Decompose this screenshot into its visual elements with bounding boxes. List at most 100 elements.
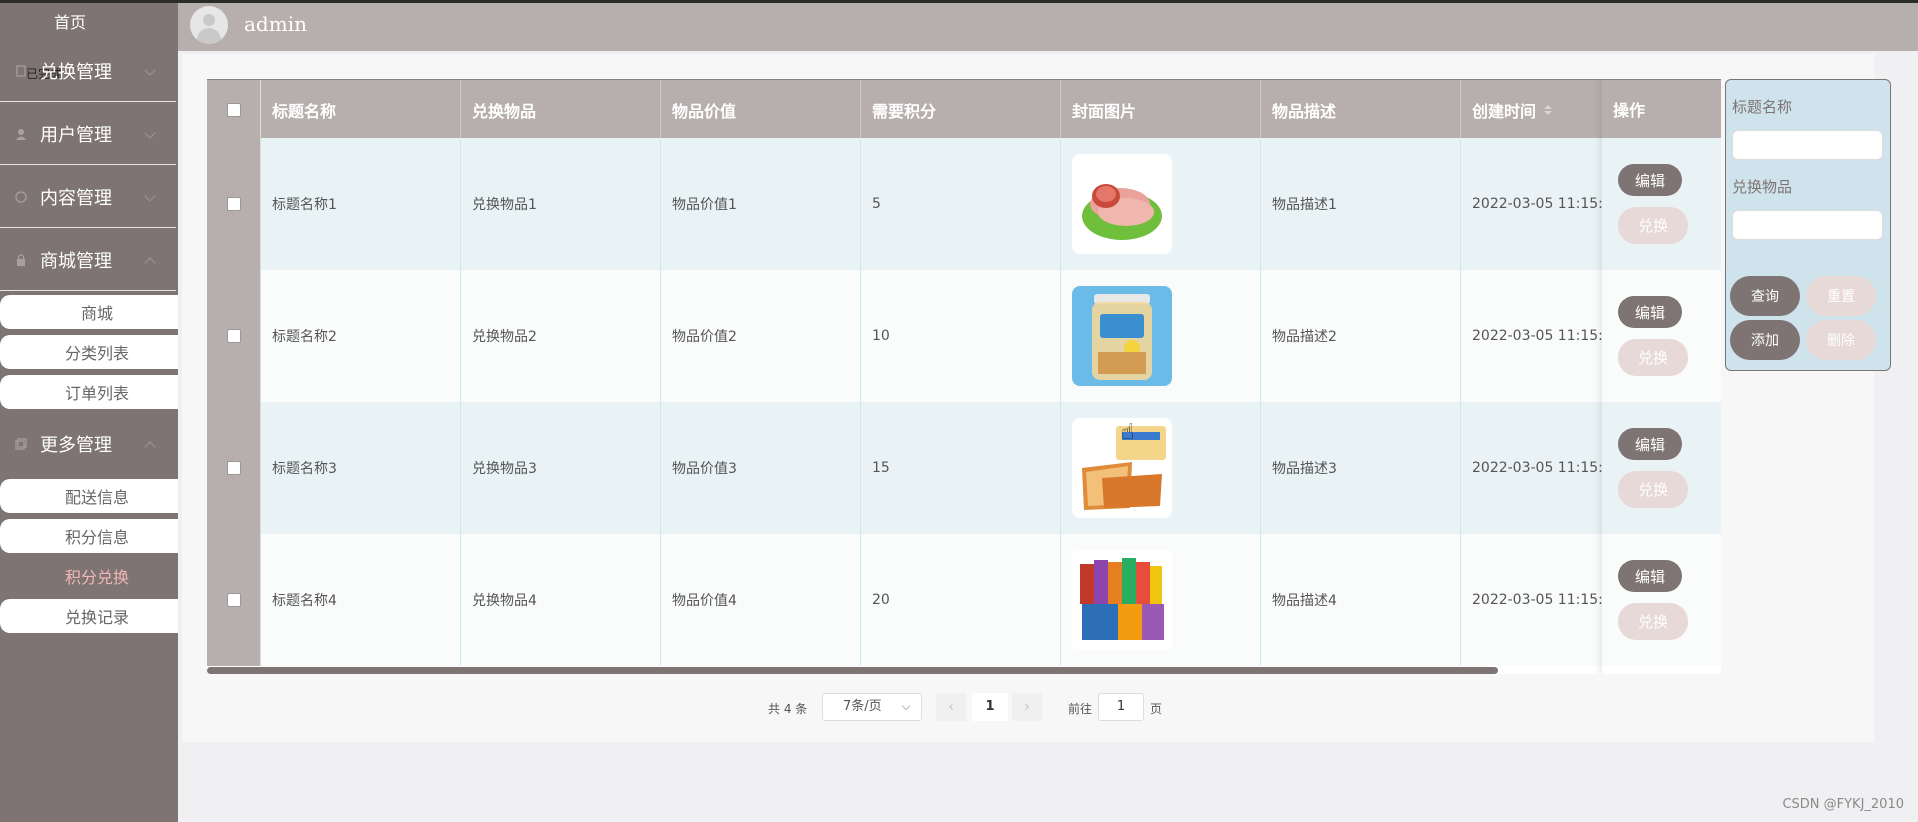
cell-desc: 物品描述3 [1261, 402, 1461, 534]
top-header: admin [178, 3, 1918, 51]
cell-value: 物品价值3 [661, 402, 861, 534]
column-header-points: 需要积分 [861, 80, 1061, 139]
data-table: 标题名称 兑换物品 物品价值 需要积分 封面图片 物品描述 创建时间 标题名称1… [207, 79, 1721, 674]
cell-image [1061, 534, 1261, 666]
chat-icon [14, 190, 28, 204]
sidebar-group-content[interactable]: 内容管理 [0, 166, 176, 228]
sidebar-item-shop[interactable]: 商城 [0, 295, 178, 329]
username[interactable]: admin [244, 12, 307, 36]
edit-button[interactable]: 编辑 [1618, 428, 1682, 460]
horizontal-scrollbar[interactable] [207, 667, 1498, 674]
exchange-button[interactable]: 兑换 [1618, 339, 1688, 376]
row-actions: 编辑 兑换 [1602, 534, 1721, 666]
search-panel: 标题名称 兑换物品 查询 重置 添加 删除 [1725, 79, 1891, 371]
row-select-cell [207, 402, 261, 534]
cell-points: 10 [861, 270, 1061, 402]
avatar[interactable] [190, 6, 228, 44]
column-header-title: 标题名称 [261, 80, 461, 139]
sidebar-group-label: 兑换管理 [40, 61, 112, 83]
page-size-select[interactable]: 7条/页 [822, 693, 922, 721]
row-actions: 编辑 兑换 [1602, 138, 1721, 270]
select-all-checkbox[interactable] [226, 102, 241, 117]
sidebar-group-label: 用户管理 [40, 124, 112, 146]
sort-icon[interactable] [1544, 104, 1553, 115]
cell-desc: 物品描述2 [1261, 270, 1461, 402]
column-header-actions: 操作 [1602, 79, 1721, 138]
cell-title: 标题名称3 [261, 402, 461, 534]
edit-button[interactable]: 编辑 [1618, 296, 1682, 328]
row-checkbox[interactable] [226, 593, 241, 607]
sidebar-group-more[interactable]: 更多管理 [0, 413, 176, 475]
edit-button[interactable]: 编辑 [1618, 164, 1682, 196]
sidebar-group-shop[interactable]: 商城管理 [0, 229, 176, 291]
sidebar-home[interactable]: 首页 [0, 9, 140, 33]
cell-item: 兑换物品1 [461, 138, 661, 270]
page-size-value: 7条/页 [843, 699, 882, 714]
chevron-down-icon [901, 701, 911, 711]
sidebar-group-users[interactable]: 用户管理 [0, 103, 176, 165]
chevron-up-icon [144, 441, 156, 453]
table-row: 标题名称4 兑换物品4 物品价值4 20 物品描述4 2022-03-05 11… [207, 534, 1721, 666]
document-icon [14, 64, 28, 78]
sidebar-item-exchange-records[interactable]: 兑换记录 [0, 599, 178, 633]
cell-desc: 物品描述1 [1261, 138, 1461, 270]
cell-title: 标题名称4 [261, 534, 461, 666]
cell-points: 5 [861, 138, 1061, 270]
sidebar-group-label: 更多管理 [40, 435, 112, 456]
cell-value: 物品价值2 [661, 270, 861, 402]
sidebar-group-exchange[interactable]: 兑换管理 [0, 40, 176, 102]
chevron-down-icon [144, 64, 156, 76]
search-title-input[interactable] [1732, 130, 1883, 160]
cell-desc: 物品描述4 [1261, 534, 1461, 666]
search-item-input[interactable] [1732, 210, 1883, 240]
prev-page-button[interactable]: ‹ [936, 693, 966, 721]
table-row: 标题名称3 兑换物品3 物品价值3 15 物品描述3 2022-03-05 11… [207, 402, 1721, 534]
search-title-label: 标题名称 [1732, 98, 1793, 116]
goto-page-input[interactable]: 1 [1098, 693, 1144, 721]
exchange-button[interactable]: 兑换 [1618, 471, 1688, 508]
column-header-desc: 物品描述 [1261, 80, 1461, 139]
hand-cursor-icon: ☝ [1121, 420, 1135, 445]
chevron-down-icon [144, 127, 156, 139]
goto-unit: 页 [1150, 702, 1163, 716]
row-checkbox[interactable] [226, 197, 241, 211]
sidebar-group-label: 商城管理 [40, 250, 112, 272]
sidebar-item-order-list[interactable]: 订单列表 [0, 375, 178, 409]
exchange-button[interactable]: 兑换 [1618, 603, 1688, 640]
add-button[interactable]: 添加 [1730, 320, 1800, 360]
delete-button[interactable]: 删除 [1806, 320, 1876, 360]
cell-points: 15 [861, 402, 1061, 534]
reset-button[interactable]: 重置 [1806, 276, 1876, 316]
cell-title: 标题名称1 [261, 138, 461, 270]
row-checkbox[interactable] [226, 461, 241, 475]
sidebar-group-label: 内容管理 [40, 187, 112, 209]
user-icon [14, 127, 28, 141]
sidebar-item-points-info[interactable]: 积分信息 [0, 519, 178, 553]
ham-image [1072, 154, 1172, 254]
page-number-current[interactable]: 1 [972, 693, 1008, 721]
row-select-cell [207, 270, 261, 402]
next-page-button[interactable]: › [1012, 693, 1042, 721]
search-item-label: 兑换物品 [1732, 178, 1793, 196]
cookie-jar-image [1072, 286, 1172, 386]
snacks-image [1072, 550, 1172, 650]
column-header-image: 封面图片 [1061, 80, 1261, 139]
sidebar-item-category-list[interactable]: 分类列表 [0, 335, 178, 369]
query-button[interactable]: 查询 [1730, 276, 1800, 316]
select-all-cell [207, 80, 261, 139]
sidebar-item-delivery[interactable]: 配送信息 [0, 479, 178, 513]
cell-image [1061, 138, 1261, 270]
sidebar-item-points-exchange[interactable]: 积分兑换 [0, 559, 178, 593]
cell-image [1061, 402, 1261, 534]
table-row: 标题名称1 兑换物品1 物品价值1 5 物品描述1 2022-03-05 11:… [207, 138, 1721, 270]
cell-points: 20 [861, 534, 1061, 666]
exchange-button[interactable]: 兑换 [1618, 207, 1688, 244]
edit-button[interactable]: 编辑 [1618, 560, 1682, 592]
cell-item: 兑换物品4 [461, 534, 661, 666]
column-header-item: 兑换物品 [461, 80, 661, 139]
goto-label: 前往 [1068, 702, 1093, 716]
cell-item: 兑换物品2 [461, 270, 661, 402]
cell-image [1061, 270, 1261, 402]
pagination-total: 共 4 条 [768, 702, 808, 716]
row-checkbox[interactable] [226, 329, 241, 343]
